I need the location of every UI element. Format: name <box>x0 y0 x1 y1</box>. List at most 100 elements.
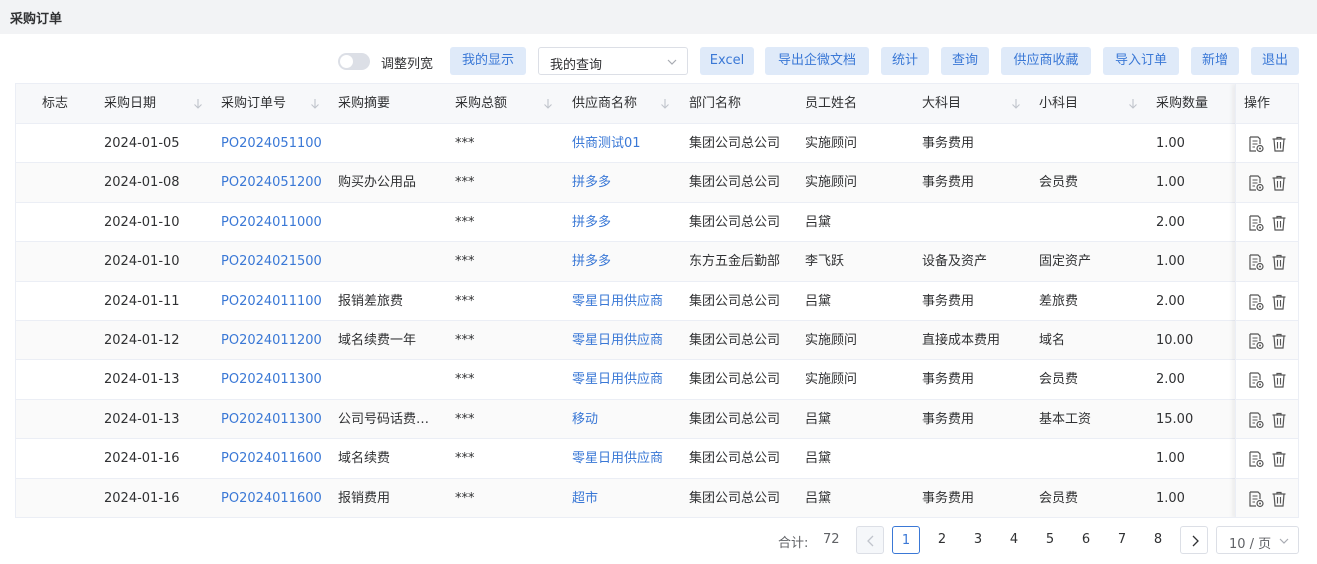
cell-supplier[interactable]: 零星日用供应商 <box>572 360 684 399</box>
cell-supplier[interactable]: 供商测试01 <box>572 124 684 163</box>
cell-dept: 集团公司总公司 <box>689 293 781 309</box>
cell-amount: *** <box>455 136 475 151</box>
cell-summary: 域名续费 <box>338 451 391 467</box>
table-row[interactable]: 2024-01-10 PO2024021500 *** 拼多多 东方五金后勤部 李飞跃 设备… <box>16 242 1298 282</box>
cell-supplier[interactable]: 超市 <box>572 479 684 517</box>
cell-dept: 集团公司总公司 <box>689 175 781 191</box>
cell-supplier[interactable]: 零星日用供应商 <box>572 321 684 360</box>
cell-qty: 2.00 <box>1156 372 1185 388</box>
cell-flag <box>42 242 97 281</box>
cell-order-no[interactable]: PO2024021500 <box>221 242 333 281</box>
my-display-button[interactable]: 我的显示 <box>450 47 526 75</box>
cell-minor: 域名 <box>1039 333 1066 348</box>
add-button[interactable]: 新增 <box>1191 47 1239 75</box>
cell-flag <box>42 321 97 360</box>
cell-date: 2024-01-11 <box>104 293 180 309</box>
page-5[interactable]: 5 <box>1036 526 1064 554</box>
page-3[interactable]: 3 <box>964 526 992 554</box>
page-size-select[interactable]: 10 / 页 <box>1216 526 1299 554</box>
cell-summary <box>338 242 448 281</box>
cell-supplier[interactable]: 移动 <box>572 400 684 439</box>
exit-button[interactable]: 退出 <box>1251 47 1299 75</box>
table-row[interactable]: 2024-01-10 PO2024011000 *** 拼多多 集团公司总公司 吕黛 2.0… <box>16 203 1298 243</box>
supplier-favorites-button[interactable]: 供应商收藏 <box>1001 47 1091 75</box>
cell-summary: 购买办公用品 <box>338 175 417 191</box>
cell-order-no[interactable]: PO2024011000 <box>221 203 333 242</box>
cell-qty: 2.00 <box>1156 293 1185 309</box>
cell-supplier[interactable]: 拼多多 <box>572 242 684 281</box>
cell-amount: *** <box>455 372 475 388</box>
cell-flag <box>42 124 97 163</box>
table-row[interactable]: 2024-01-11 PO2024011100 报销差旅费 *** 零星日用供应商 集团公… <box>16 282 1298 321</box>
export-wecom-doc-button[interactable]: 导出企微文档 <box>765 47 869 75</box>
cell-order-no[interactable]: PO2024011600 <box>221 479 333 517</box>
cell-dept: 东方五金后勤部 <box>689 254 781 270</box>
cell-order-no[interactable]: PO2024011300 <box>221 400 333 439</box>
col-header-flag: 标志 <box>42 96 69 111</box>
table-row[interactable]: 2024-01-05 PO2024051100 *** 供商测试01 集团公司总公司 实施… <box>16 124 1298 164</box>
cell-dept: 集团公司总公司 <box>689 451 781 467</box>
cell-major: 事务费用 <box>922 490 975 506</box>
sort-arrow-icon[interactable] <box>660 98 670 110</box>
cell-supplier[interactable]: 零星日用供应商 <box>572 282 684 321</box>
sort-arrow-icon[interactable] <box>543 98 553 110</box>
table-row[interactable]: 2024-01-13 PO2024011300 *** 零星日用供应商 集团公司总公司 实… <box>16 360 1298 400</box>
prev-page-button[interactable] <box>856 526 884 554</box>
cell-order-no[interactable]: PO2024011600 <box>221 439 333 478</box>
chevron-right-icon <box>1192 535 1199 547</box>
page-8[interactable]: 8 <box>1144 526 1172 554</box>
cell-supplier[interactable]: 拼多多 <box>572 203 684 242</box>
col-header-amount[interactable]: 采购总额 <box>455 84 507 124</box>
cell-order-no[interactable]: PO2024011100 <box>221 282 333 321</box>
cell-amount: *** <box>455 214 475 230</box>
col-header-minor-subject[interactable]: 小科目 <box>1039 84 1078 124</box>
total-label: 合计: <box>778 536 809 551</box>
cell-amount: *** <box>455 293 475 309</box>
pagination: 合计: 72 1 2 3 4 5 6 7 8 10 / 页 <box>0 526 1317 554</box>
page-1[interactable]: 1 <box>892 526 920 554</box>
cell-qty: 1.00 <box>1156 254 1185 270</box>
cell-qty: 1.00 <box>1156 451 1185 467</box>
cell-employee: 实施顾问 <box>805 175 858 191</box>
col-header-major-subject[interactable]: 大科目 <box>922 84 961 124</box>
query-button[interactable]: 查询 <box>941 47 989 75</box>
table-row[interactable]: 2024-01-13 PO2024011300 公司号码话费… *** 移动 集团公司总公… <box>16 399 1298 440</box>
cell-order-no[interactable]: PO2024011300 <box>221 360 333 399</box>
cell-order-no[interactable]: PO2024011200 <box>221 321 333 360</box>
adjust-width-toggle[interactable] <box>338 53 370 70</box>
table-row[interactable]: 2024-01-12 PO2024011200 域名续费一年 *** 零星日用供应商 集团… <box>16 321 1298 361</box>
col-header-date[interactable]: 采购日期 <box>104 84 156 124</box>
page-6[interactable]: 6 <box>1072 526 1100 554</box>
import-order-button[interactable]: 导入订单 <box>1103 47 1179 75</box>
next-page-button[interactable] <box>1180 526 1208 554</box>
table-row[interactable]: 2024-01-16 PO2024011600 报销费用 *** 超市 集团公司总公司 吕黛… <box>16 478 1298 517</box>
sort-arrow-icon[interactable] <box>1011 98 1021 110</box>
cell-amount: *** <box>455 411 475 427</box>
page-2[interactable]: 2 <box>928 526 956 554</box>
page-7[interactable]: 7 <box>1108 526 1136 554</box>
cell-flag <box>42 439 97 478</box>
chevron-down-icon <box>667 59 677 65</box>
col-header-supplier[interactable]: 供应商名称 <box>572 84 637 124</box>
table-row[interactable]: 2024-01-08 PO2024051200 购买办公用品 *** 拼多多 集团公司总公… <box>16 163 1298 203</box>
cell-supplier[interactable]: 零星日用供应商 <box>572 439 684 478</box>
page-title: 采购订单 <box>10 12 63 27</box>
col-header-order-no[interactable]: 采购订单号 <box>221 84 286 124</box>
cell-major: 设备及资产 <box>922 254 988 270</box>
table-row[interactable]: 2024-01-16 PO2024011600 域名续费 *** 零星日用供应商 集团公司… <box>16 439 1298 479</box>
sort-arrow-icon[interactable] <box>193 98 203 110</box>
page-4[interactable]: 4 <box>1000 526 1028 554</box>
cell-supplier[interactable]: 拼多多 <box>572 163 684 202</box>
stats-button[interactable]: 统计 <box>881 47 929 75</box>
ops-column-divider <box>1235 84 1298 517</box>
my-query-select[interactable]: 我的查询 <box>538 47 688 75</box>
sort-arrow-icon[interactable] <box>310 98 320 110</box>
cell-order-no[interactable]: PO2024051200 <box>221 163 333 202</box>
cell-flag <box>42 479 97 517</box>
sort-arrow-icon[interactable] <box>1128 98 1138 110</box>
cell-employee: 吕黛 <box>805 411 832 427</box>
cell-major: 事务费用 <box>922 136 975 151</box>
cell-flag <box>42 282 97 321</box>
excel-button[interactable]: Excel <box>700 47 754 75</box>
cell-order-no[interactable]: PO2024051100 <box>221 124 333 163</box>
